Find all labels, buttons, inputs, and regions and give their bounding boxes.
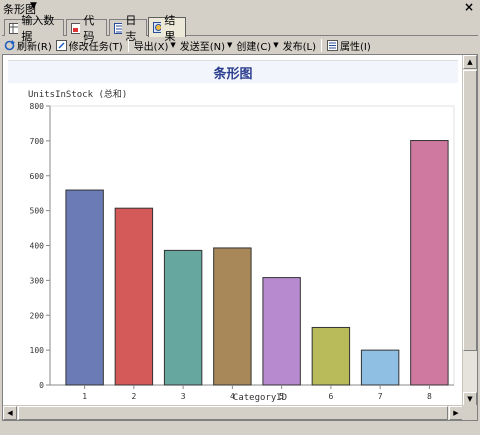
toolbar-separator: [127, 38, 129, 52]
send-to-label: 发送至(N): [179, 41, 226, 53]
y-tick-label: 0: [39, 381, 44, 390]
vertical-scrollbar[interactable]: ▲ ▼: [462, 55, 477, 406]
tab-code[interactable]: 代码: [66, 14, 107, 43]
chevron-down-icon: ▼: [273, 41, 279, 49]
x-tick-label: 1: [82, 392, 87, 401]
plot-area: [49, 105, 455, 386]
publish-menu[interactable]: 发布(L): [281, 38, 318, 53]
horizontal-scrollbar[interactable]: ◀ ▶: [3, 405, 463, 420]
scroll-left-icon[interactable]: ◀: [3, 406, 17, 420]
export-label: 导出(X): [133, 41, 169, 53]
modify-task-icon: [55, 39, 67, 51]
toolbar-separator: [320, 38, 322, 52]
create-label: 创建(C): [236, 41, 272, 53]
y-tick-label: 800: [30, 102, 45, 111]
bar: [262, 277, 301, 386]
y-axis-label: UnitsInStock (总和): [28, 88, 127, 100]
bar: [311, 326, 351, 386]
window-titlebar: 条形图 ▼ ×: [0, 0, 480, 16]
title-dropdown-icon[interactable]: ▼: [30, 1, 37, 11]
chevron-down-icon: ▼: [227, 41, 233, 49]
send-to-menu[interactable]: 发送至(N) ▼: [178, 38, 235, 53]
bar: [114, 207, 154, 386]
chevron-down-icon: ▼: [170, 41, 176, 49]
bar: [410, 140, 449, 386]
properties-icon: [326, 39, 338, 51]
chart-panel: 条形图 UnitsInStock (总和) 0 100 200 300 400 500 600…: [8, 60, 458, 405]
scroll-right-icon[interactable]: ▶: [449, 406, 463, 420]
x-tick-label: 7: [378, 392, 383, 401]
x-tick-label: 3: [181, 392, 186, 401]
results-icon: [153, 22, 162, 33]
tab-strip: 输入数据 代码 日志 结果: [2, 14, 478, 43]
y-tick-label: 500: [30, 207, 45, 216]
export-menu[interactable]: 导出(X) ▼: [132, 38, 178, 53]
bar: [163, 249, 203, 386]
table-icon: [9, 22, 19, 34]
modify-task-label: 修改任务(T): [68, 41, 123, 53]
publish-label: 发布(L): [282, 41, 316, 53]
y-tick-label: 600: [30, 172, 45, 181]
y-tick-label: 700: [30, 137, 45, 146]
y-tick-label: 100: [30, 346, 45, 355]
tab-log[interactable]: 日志: [109, 14, 147, 43]
status-bar: [0, 422, 480, 435]
refresh-button[interactable]: 刷新(R): [2, 38, 54, 53]
x-tick-label: 2: [131, 392, 136, 401]
horizontal-scroll-thumb[interactable]: [18, 406, 448, 420]
scrollbar-corner: [462, 405, 477, 420]
x-tick-label: 6: [328, 392, 333, 401]
close-icon[interactable]: ×: [464, 0, 474, 14]
y-tick-label: 200: [30, 311, 45, 320]
bar: [213, 247, 252, 386]
y-tick-label: 300: [30, 276, 45, 285]
y-tick-label: 400: [30, 242, 45, 251]
scroll-up-icon[interactable]: ▲: [463, 55, 477, 69]
bar: [65, 189, 104, 386]
bar-chart: UnitsInStock (总和) 0 100 200 300 400 500 600 700 8…: [28, 88, 455, 403]
results-view: 条形图 UnitsInStock (总和) 0 100 200 300 400 500 600…: [2, 54, 478, 421]
create-menu[interactable]: 创建(C) ▼: [234, 38, 280, 53]
vertical-scroll-thumb[interactable]: [463, 70, 477, 351]
log-icon: [114, 22, 123, 34]
properties-label: 属性(I): [339, 41, 371, 53]
bar: [360, 349, 400, 386]
refresh-icon: [4, 39, 15, 50]
scroll-down-icon[interactable]: ▼: [463, 392, 477, 406]
tab-input-data[interactable]: 输入数据: [4, 14, 64, 43]
modify-task-button[interactable]: 修改任务(T): [54, 38, 125, 53]
x-tick-label: 8: [427, 392, 432, 401]
tab-results[interactable]: 结果: [148, 14, 186, 43]
properties-button[interactable]: 属性(I): [325, 38, 373, 53]
toolbar: 刷新(R) 修改任务(T) 导出(X) ▼ 发送至(N) ▼ 创建(C) ▼ 发…: [2, 37, 478, 53]
refresh-label: 刷新(R): [17, 41, 52, 53]
code-icon: [71, 22, 81, 34]
x-axis-label: CategoryID: [233, 393, 287, 403]
